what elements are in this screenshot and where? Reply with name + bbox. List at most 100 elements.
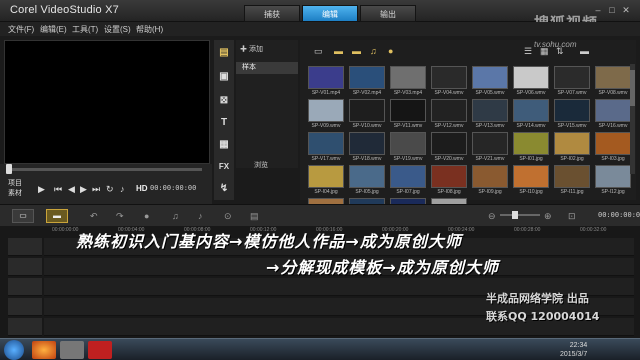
voice-track-header[interactable] xyxy=(8,298,42,316)
library-scrollbar[interactable] xyxy=(630,64,635,174)
media-thumbnail[interactable]: SP-V09.wmv xyxy=(308,99,344,131)
zoom-slider[interactable] xyxy=(500,211,540,219)
menu-settings[interactable]: 设置(S) xyxy=(104,24,131,35)
library-scroll-thumb[interactable] xyxy=(630,70,635,106)
record-capture-icon[interactable]: ● xyxy=(144,211,149,221)
end-icon[interactable]: ⏭ xyxy=(92,184,100,195)
title-track-header[interactable] xyxy=(8,278,42,296)
add-folder-button[interactable]: ✚ 添加 xyxy=(240,44,263,54)
instant-project-icon[interactable]: ▣ xyxy=(217,70,231,84)
path-icon[interactable]: ↯ xyxy=(217,182,231,196)
repeat-icon[interactable]: ↻ xyxy=(106,184,114,195)
redo-icon[interactable]: ↷ xyxy=(116,211,124,222)
menu-file[interactable]: 文件(F) xyxy=(8,24,34,35)
media-thumbnail[interactable]: SP-I05.jpg xyxy=(349,165,385,197)
media-thumbnail[interactable]: SP-V16.wmv xyxy=(595,99,631,131)
media-thumbnail[interactable]: SP-I09.jpg xyxy=(472,165,508,197)
media-thumbnail[interactable]: SP-V10.wmv xyxy=(349,99,385,131)
media-thumbnail[interactable]: SP-I08.jpg xyxy=(431,165,467,197)
media-thumbnail[interactable]: SP-V06.wmv xyxy=(513,66,549,98)
media-thumbnail[interactable]: SP-V21.wmv xyxy=(472,132,508,164)
tab-edit[interactable]: 编辑 xyxy=(302,5,358,22)
media-thumbnail[interactable]: SP-I03.jpg xyxy=(595,132,631,164)
fit-project-icon[interactable]: ⊡ xyxy=(568,211,576,222)
menu-help[interactable]: 帮助(H) xyxy=(136,24,163,35)
graphic-icon[interactable]: ▦ xyxy=(217,138,231,152)
browse-button[interactable]: 浏览 xyxy=(236,160,298,172)
zoom-out-icon[interactable]: ⊖ xyxy=(488,211,496,222)
menu-edit[interactable]: 编辑(E) xyxy=(40,24,67,35)
menu-tools[interactable]: 工具(T) xyxy=(72,24,98,35)
camera-app-icon[interactable] xyxy=(60,341,84,359)
media-thumbnail[interactable]: SP-I11.jpg xyxy=(554,165,590,197)
folder-icon[interactable]: ▭ xyxy=(314,46,323,57)
media-thumbnail[interactable]: SP-I07.jpg xyxy=(390,165,426,197)
videostudio-taskbar-icon[interactable] xyxy=(88,341,112,359)
filter-icon[interactable]: FX xyxy=(217,160,231,174)
storyboard-view-button[interactable]: ▭ xyxy=(12,209,34,223)
media-icon[interactable]: ▤ xyxy=(217,46,231,60)
media-thumbnail[interactable]: SP-V08.wmv xyxy=(595,66,631,98)
video-track-header[interactable] xyxy=(8,238,42,256)
overlay-track-header[interactable] xyxy=(8,258,42,276)
sound-mixer-icon[interactable]: ♫ xyxy=(172,211,179,221)
transition-icon[interactable]: ⊠ xyxy=(217,94,231,108)
media-thumbnail[interactable]: SP-V07.wmv xyxy=(554,66,590,98)
zoom-in-icon[interactable]: ⊕ xyxy=(544,211,552,222)
photo-filter-icon[interactable]: ▬ xyxy=(352,46,361,56)
settings-icon[interactable]: ● xyxy=(388,46,393,56)
tab-capture[interactable]: 捕获 xyxy=(244,5,300,22)
close-button[interactable]: ✕ xyxy=(620,4,632,16)
thumb-size-icon[interactable]: ▬ xyxy=(580,46,589,56)
play-icon[interactable]: ▶ xyxy=(38,184,45,195)
music-track-header[interactable] xyxy=(8,318,42,336)
preview-window[interactable] xyxy=(4,40,210,164)
media-thumbnail[interactable]: SP-V15.wmv xyxy=(554,99,590,131)
media-thumbnail[interactable]: SP-I01.jpg xyxy=(513,132,549,164)
media-thumbnail[interactable]: SP-V12.wmv xyxy=(431,99,467,131)
zoom-slider-handle[interactable] xyxy=(512,211,518,219)
volume-icon[interactable]: ♪ xyxy=(120,184,125,194)
firefox-icon[interactable] xyxy=(32,341,56,359)
video-filter-icon[interactable]: ▬ xyxy=(334,46,343,56)
undo-icon[interactable]: ↶ xyxy=(90,211,98,222)
media-thumbnail[interactable]: SP-V18.wmv xyxy=(349,132,385,164)
media-thumbnail[interactable]: SP-V11.wmv xyxy=(390,99,426,131)
media-thumbnail[interactable]: SP-I10.jpg xyxy=(513,165,549,197)
media-thumbnail[interactable]: SP-V05.wmv xyxy=(472,66,508,98)
system-clock[interactable]: 22:34 2015/3/7 xyxy=(560,341,587,359)
sample-folder[interactable]: 样本 xyxy=(236,62,298,74)
prev-frame-icon[interactable]: ◀ xyxy=(68,184,75,195)
home-icon[interactable]: ⏮ xyxy=(54,184,62,195)
auto-music-icon[interactable]: ♪ xyxy=(198,211,203,221)
project-label[interactable]: 项目 xyxy=(8,178,22,188)
media-thumbnail[interactable]: SP-V03.mp4 xyxy=(390,66,426,98)
preview-timecode[interactable]: 00:00:00:00 xyxy=(150,184,196,192)
media-thumbnail[interactable]: SP-V01.mp4 xyxy=(308,66,344,98)
next-frame-icon[interactable]: ▶ xyxy=(80,184,87,195)
media-thumbnail[interactable]: SP-V04.wmv xyxy=(431,66,467,98)
title-icon[interactable]: T xyxy=(217,116,231,130)
scrubber-handle[interactable] xyxy=(6,164,12,174)
media-thumbnail[interactable]: SP-V13.wmv xyxy=(472,99,508,131)
audio-filter-icon[interactable]: ♫ xyxy=(370,46,377,56)
hd-button[interactable]: HD xyxy=(136,184,148,193)
list-view-icon[interactable]: ☰ xyxy=(524,46,532,57)
timeline-timecode[interactable]: 00:00:00:00 xyxy=(598,211,640,219)
media-thumbnail[interactable]: SP-V02.mp4 xyxy=(349,66,385,98)
timeline-view-button[interactable]: ▬ xyxy=(46,209,68,223)
media-thumbnail[interactable]: SP-V17.wmv xyxy=(308,132,344,164)
media-thumbnail[interactable]: SP-I04.jpg xyxy=(308,165,344,197)
subtitle-editor-icon[interactable]: ▤ xyxy=(250,211,259,222)
media-thumbnail[interactable]: SP-V14.wmv xyxy=(513,99,549,131)
motion-tracking-icon[interactable]: ⊙ xyxy=(224,211,232,222)
clip-label[interactable]: 素材 xyxy=(8,188,22,198)
media-thumbnail[interactable]: SP-I12.jpg xyxy=(595,165,631,197)
tab-share[interactable]: 输出 xyxy=(360,5,416,22)
maximize-button[interactable]: □ xyxy=(606,4,618,16)
media-thumbnail[interactable]: SP-V19.wmv xyxy=(390,132,426,164)
start-button[interactable] xyxy=(4,340,24,360)
media-thumbnail[interactable]: SP-V20.wmv xyxy=(431,132,467,164)
media-thumbnail[interactable]: SP-I02.jpg xyxy=(554,132,590,164)
scrubber[interactable] xyxy=(6,164,202,174)
